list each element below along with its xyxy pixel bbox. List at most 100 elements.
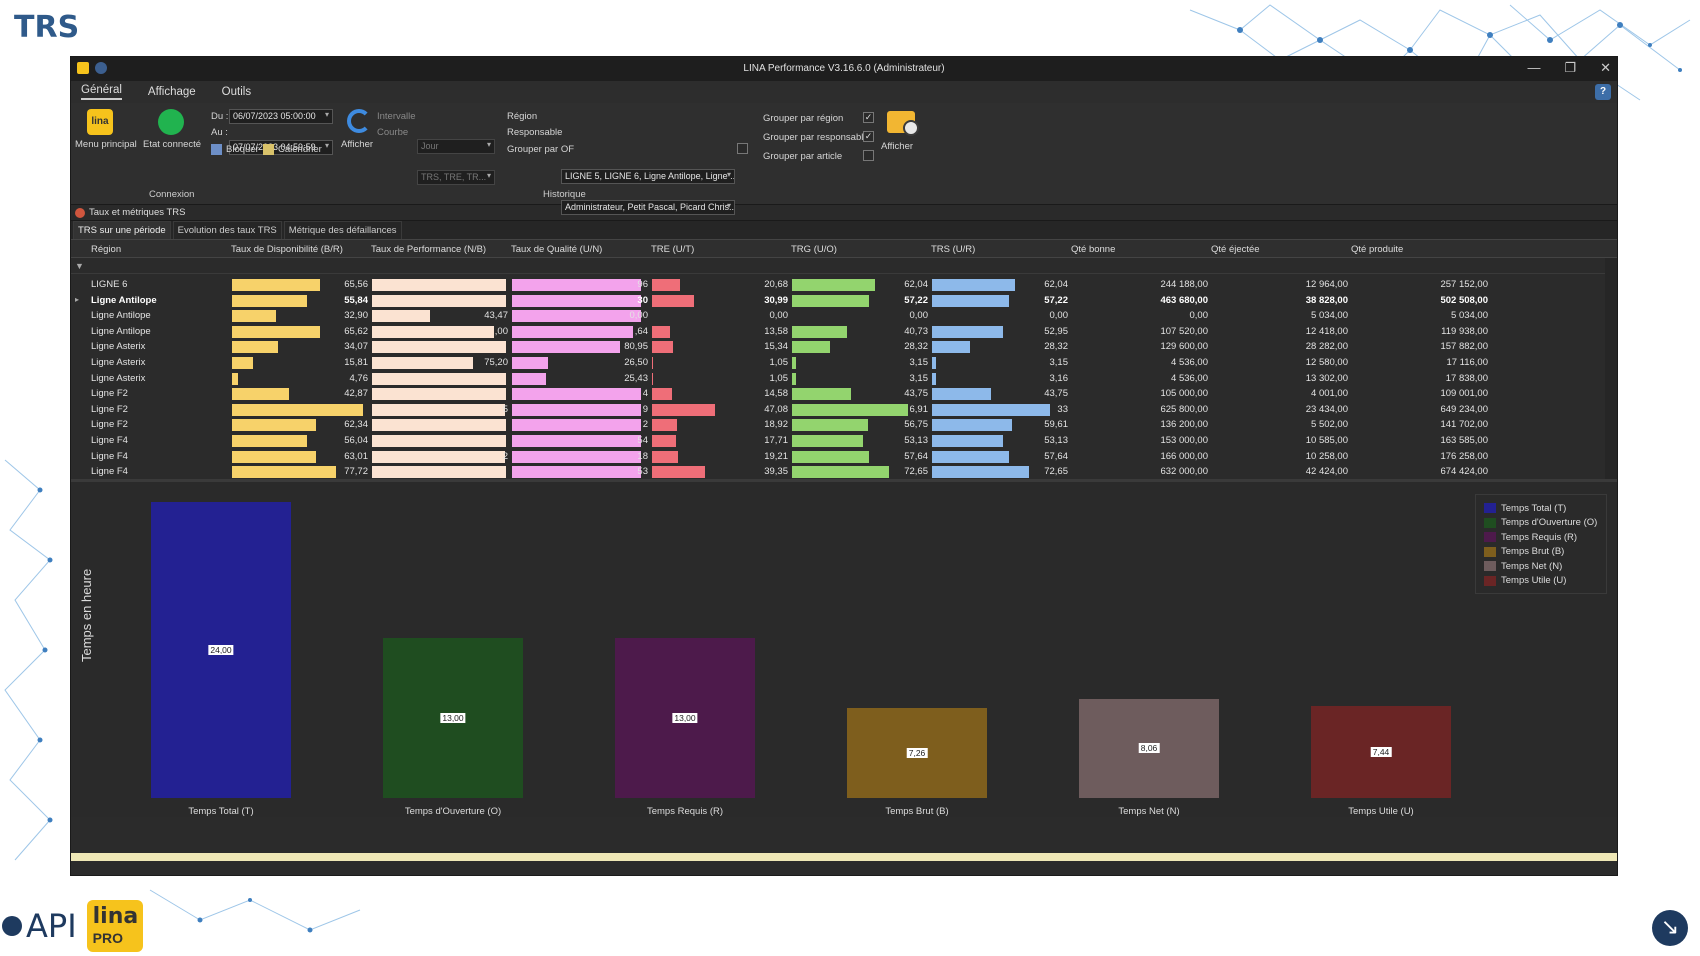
help-button[interactable]: ? <box>1595 84 1611 100</box>
calendrier-button[interactable]: Calendrier <box>263 144 322 155</box>
bloquer-label: Bloquer <box>226 144 259 155</box>
menu-general[interactable]: Général <box>81 84 122 100</box>
table-row[interactable]: Ligne F4 56,04 54 17,71 53,13 53,13 153 000,00… <box>71 432 1617 449</box>
tre-cell: 17,71 <box>764 435 788 446</box>
perf-bar <box>372 466 506 479</box>
au-label: Au : <box>211 127 228 138</box>
perf-bar <box>372 341 506 354</box>
grouper-responsable-checkbox[interactable]: ✓ <box>863 131 874 142</box>
du-date-input[interactable]: 06/07/2023 05:00:00 ▾ <box>229 109 333 124</box>
intervalle-select[interactable]: Jour ▾ <box>417 139 495 154</box>
app-window: LINA Performance V3.16.6.0 (Administrate… <box>70 56 1618 876</box>
grouper-region-checkbox[interactable]: ✓ <box>863 112 874 123</box>
filter-icon[interactable]: ▼ <box>75 261 84 271</box>
column-header[interactable]: Taux de Performance (N/B) <box>371 244 486 255</box>
responsable-select[interactable]: Administrateur, Petit Pascal, Picard Chr… <box>561 200 735 215</box>
filter-row[interactable]: ▼ <box>71 259 1617 274</box>
table-row[interactable]: Ligne Asterix 34,07 80,95 15,34 28,32 28,32 12… <box>71 338 1617 355</box>
region-cell: Ligne Antilope <box>91 325 151 337</box>
region-cell: Ligne Asterix <box>91 357 146 368</box>
etat-connecte-button[interactable]: Etat connecté <box>143 109 201 150</box>
perf-bar <box>372 435 506 447</box>
qte-produite-cell: 5 034,00 <box>1451 310 1488 322</box>
table-row[interactable]: Ligne F4 77,72 53 39,35 72,65 72,65 632 000,00… <box>71 463 1617 480</box>
table-row[interactable]: Ligne Asterix 4,76 25,43 1,05 3,15 3,16 4 536,… <box>71 370 1617 387</box>
grid-scrollbar[interactable] <box>1605 258 1617 512</box>
table-row[interactable]: Ligne F2 62,34 2 18,92 56,75 59,61 136 200,00 5… <box>71 416 1617 433</box>
table-row[interactable]: Ligne Asterix 15,81 75,20 26,50 1,05 3,15 3,15… <box>71 354 1617 371</box>
responsable-label: Responsable <box>507 127 563 138</box>
lock-icon <box>211 144 222 155</box>
column-header[interactable]: TRS (U/R) <box>931 244 975 255</box>
column-header[interactable]: Taux de Disponibilité (B/R) <box>231 244 343 255</box>
table-row[interactable]: Ligne Antilope 65,62 ,00 ,64 13,58 40,73 52,95… <box>71 323 1617 340</box>
du-label: Du : <box>211 111 229 122</box>
close-button[interactable]: ✕ <box>1600 60 1611 76</box>
region-cell: LIGNE 6 <box>91 279 128 290</box>
qual-cell: 18 <box>637 450 648 462</box>
qte-ejectee-cell: 12 418,00 <box>1305 325 1348 337</box>
table-row[interactable]: Ligne F2 42,87 4 14,58 43,75 43,75 105 000,00 4… <box>71 385 1617 402</box>
row-expand-icon[interactable]: ▸ <box>75 295 79 304</box>
x-tick-label: Temps d'Ouverture (O) <box>404 806 502 817</box>
perf-bar <box>372 372 506 385</box>
qte-produite-cell: 17 116,00 <box>1446 357 1488 368</box>
table-row[interactable]: Ligne Antilope 32,90 43,47 0,00 0,00 0,00 0,00… <box>71 307 1617 324</box>
perf-cell: ,00 <box>494 325 508 337</box>
qual-cell: 9 <box>642 403 648 415</box>
menu-affichage[interactable]: Affichage <box>148 86 196 98</box>
column-header[interactable]: Taux de Qualité (U/N) <box>511 244 602 255</box>
column-header[interactable]: Qté éjectée <box>1211 244 1260 255</box>
minimize-button[interactable]: — <box>1527 60 1540 76</box>
grouper-of-checkbox[interactable] <box>737 143 748 154</box>
afficher-folder-button[interactable]: Afficher <box>881 111 919 152</box>
column-header[interactable]: TRE (U/T) <box>651 244 694 255</box>
column-header[interactable]: Qté produite <box>1351 244 1403 255</box>
qte-ejectee-cell: 10 258,00 <box>1305 450 1348 462</box>
region-select[interactable]: LIGNE 5, LIGNE 6, Ligne Antilope, Ligne … <box>561 169 735 184</box>
qte-produite-cell: 17 838,00 <box>1445 372 1488 384</box>
region-cell: Ligne F2 <box>91 419 128 431</box>
dispo-cell: 4,76 <box>349 372 369 384</box>
trs-cell: 3,15 <box>1049 357 1069 368</box>
qte-ejectee-cell: 5 502,00 <box>1311 419 1348 431</box>
qual-cell: 30 <box>637 294 648 306</box>
qte-produite-cell: 502 508,00 <box>1440 294 1488 306</box>
table-row[interactable]: Ligne F4 63,01 2 18 19,21 57,64 57,64 166 000,0… <box>71 448 1617 465</box>
column-header[interactable]: TRG (U/O) <box>791 244 837 255</box>
afficher-refresh-button[interactable]: Afficher <box>341 109 373 150</box>
qte-ejectee-cell: 4 001,00 <box>1311 388 1348 400</box>
tab-evolution[interactable]: Evolution des taux TRS <box>172 221 282 239</box>
courbe-select[interactable]: TRS, TRE, TR... ▾ <box>417 170 495 185</box>
lina-pro-logo: lina PRO <box>86 900 143 952</box>
bar-value-label: 13,00 <box>672 712 698 723</box>
table-row[interactable]: Ligne F2 5 9 47,08 6,91 33 625 800,00 23 434,00… <box>71 401 1617 418</box>
column-header[interactable]: Région <box>91 244 121 255</box>
qte-bonne-cell: 153 000,00 <box>1160 435 1208 446</box>
tab-trs-periode[interactable]: TRS sur une période <box>73 221 171 239</box>
table-row[interactable]: ▸ Ligne Antilope 55,84 30 30,99 57,22 57,22 463… <box>71 292 1617 309</box>
grouper-article-checkbox[interactable] <box>863 150 874 161</box>
qte-ejectee-cell: 23 434,00 <box>1305 403 1348 415</box>
menu-outils[interactable]: Outils <box>222 86 251 98</box>
menu-principal-button[interactable]: lina Menu principal <box>75 109 137 150</box>
restore-button[interactable]: ❐ <box>1564 60 1576 76</box>
arrow-down-right-icon[interactable]: ↘ <box>1652 910 1688 946</box>
dispo-cell: 32,90 <box>344 310 368 322</box>
trg-cell: 62,04 <box>904 279 928 290</box>
tab-metrique[interactable]: Métrique des défaillances <box>283 221 402 239</box>
qte-bonne-cell: 0,00 <box>1189 310 1209 322</box>
column-header[interactable]: Qté bonne <box>1071 244 1115 255</box>
courbe-value: TRS, TRE, TR... <box>421 172 487 182</box>
trs-cell: 57,22 <box>1044 294 1068 306</box>
table-row[interactable]: LIGNE 6 65,56 96 20,68 62,04 62,04 244 188,00 1… <box>71 276 1617 293</box>
trs-cell: 33 <box>1057 403 1068 415</box>
trs-cell: 52,95 <box>1044 325 1068 337</box>
calendrier-label: Calendrier <box>278 144 322 155</box>
bloquer-button[interactable]: Bloquer <box>211 144 259 155</box>
qte-bonne-cell: 105 000,00 <box>1160 388 1208 400</box>
legend-item: Temps Requis (R) <box>1476 530 1606 545</box>
qual-cell: 2 <box>642 419 648 431</box>
x-tick-label: Temps Brut (B) <box>885 806 949 817</box>
window-title: LINA Performance V3.16.6.0 (Administrate… <box>743 63 945 74</box>
